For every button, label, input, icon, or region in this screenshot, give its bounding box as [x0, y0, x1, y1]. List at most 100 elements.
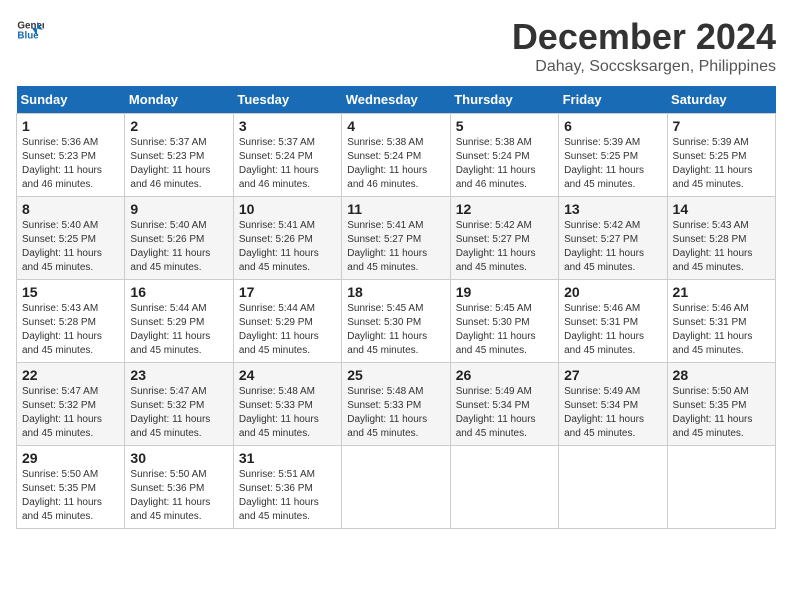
- table-row: 30 Sunrise: 5:50 AM Sunset: 5:36 PM Dayl…: [125, 446, 233, 529]
- day-number: 3: [239, 118, 336, 134]
- logo-icon: General Blue: [16, 16, 44, 44]
- day-info: Sunrise: 5:40 AM Sunset: 5:26 PM Dayligh…: [130, 219, 227, 275]
- day-number: 24: [239, 367, 336, 383]
- day-info: Sunrise: 5:42 AM Sunset: 5:27 PM Dayligh…: [456, 219, 553, 275]
- table-row: 8 Sunrise: 5:40 AM Sunset: 5:25 PM Dayli…: [17, 197, 125, 280]
- title-block: December 2024 Dahay, Soccsksargen, Phili…: [512, 16, 776, 76]
- calendar-table: Sunday Monday Tuesday Wednesday Thursday…: [16, 86, 776, 529]
- day-info: Sunrise: 5:40 AM Sunset: 5:25 PM Dayligh…: [22, 219, 119, 275]
- day-info: Sunrise: 5:43 AM Sunset: 5:28 PM Dayligh…: [673, 219, 770, 275]
- day-info: Sunrise: 5:49 AM Sunset: 5:34 PM Dayligh…: [456, 385, 553, 441]
- day-number: 14: [673, 201, 770, 217]
- day-info: Sunrise: 5:44 AM Sunset: 5:29 PM Dayligh…: [130, 302, 227, 358]
- table-row: 5 Sunrise: 5:38 AM Sunset: 5:24 PM Dayli…: [450, 114, 558, 197]
- page-header: General Blue December 2024 Dahay, Soccsk…: [16, 16, 776, 76]
- calendar-row: 8 Sunrise: 5:40 AM Sunset: 5:25 PM Dayli…: [17, 197, 776, 280]
- day-info: Sunrise: 5:48 AM Sunset: 5:33 PM Dayligh…: [239, 385, 336, 441]
- day-number: 18: [347, 284, 444, 300]
- day-info: Sunrise: 5:49 AM Sunset: 5:34 PM Dayligh…: [564, 385, 661, 441]
- table-row: [559, 446, 667, 529]
- day-number: 8: [22, 201, 119, 217]
- table-row: 26 Sunrise: 5:49 AM Sunset: 5:34 PM Dayl…: [450, 363, 558, 446]
- table-row: 6 Sunrise: 5:39 AM Sunset: 5:25 PM Dayli…: [559, 114, 667, 197]
- day-number: 28: [673, 367, 770, 383]
- table-row: 28 Sunrise: 5:50 AM Sunset: 5:35 PM Dayl…: [667, 363, 775, 446]
- day-info: Sunrise: 5:45 AM Sunset: 5:30 PM Dayligh…: [347, 302, 444, 358]
- day-info: Sunrise: 5:37 AM Sunset: 5:24 PM Dayligh…: [239, 136, 336, 192]
- day-number: 17: [239, 284, 336, 300]
- logo: General Blue: [16, 16, 44, 44]
- table-row: 7 Sunrise: 5:39 AM Sunset: 5:25 PM Dayli…: [667, 114, 775, 197]
- col-saturday: Saturday: [667, 86, 775, 114]
- table-row: 10 Sunrise: 5:41 AM Sunset: 5:26 PM Dayl…: [233, 197, 341, 280]
- day-number: 5: [456, 118, 553, 134]
- table-row: 14 Sunrise: 5:43 AM Sunset: 5:28 PM Dayl…: [667, 197, 775, 280]
- table-row: 15 Sunrise: 5:43 AM Sunset: 5:28 PM Dayl…: [17, 280, 125, 363]
- location-title: Dahay, Soccsksargen, Philippines: [512, 58, 776, 76]
- day-number: 31: [239, 450, 336, 466]
- table-row: 20 Sunrise: 5:46 AM Sunset: 5:31 PM Dayl…: [559, 280, 667, 363]
- day-info: Sunrise: 5:41 AM Sunset: 5:27 PM Dayligh…: [347, 219, 444, 275]
- calendar-row: 1 Sunrise: 5:36 AM Sunset: 5:23 PM Dayli…: [17, 114, 776, 197]
- day-number: 9: [130, 201, 227, 217]
- day-info: Sunrise: 5:41 AM Sunset: 5:26 PM Dayligh…: [239, 219, 336, 275]
- table-row: 2 Sunrise: 5:37 AM Sunset: 5:23 PM Dayli…: [125, 114, 233, 197]
- day-info: Sunrise: 5:51 AM Sunset: 5:36 PM Dayligh…: [239, 468, 336, 524]
- day-info: Sunrise: 5:42 AM Sunset: 5:27 PM Dayligh…: [564, 219, 661, 275]
- day-info: Sunrise: 5:46 AM Sunset: 5:31 PM Dayligh…: [564, 302, 661, 358]
- table-row: 27 Sunrise: 5:49 AM Sunset: 5:34 PM Dayl…: [559, 363, 667, 446]
- day-number: 21: [673, 284, 770, 300]
- table-row: [667, 446, 775, 529]
- day-number: 26: [456, 367, 553, 383]
- day-number: 10: [239, 201, 336, 217]
- day-number: 11: [347, 201, 444, 217]
- day-number: 4: [347, 118, 444, 134]
- day-info: Sunrise: 5:38 AM Sunset: 5:24 PM Dayligh…: [456, 136, 553, 192]
- day-info: Sunrise: 5:37 AM Sunset: 5:23 PM Dayligh…: [130, 136, 227, 192]
- day-number: 13: [564, 201, 661, 217]
- day-info: Sunrise: 5:39 AM Sunset: 5:25 PM Dayligh…: [564, 136, 661, 192]
- day-info: Sunrise: 5:47 AM Sunset: 5:32 PM Dayligh…: [22, 385, 119, 441]
- day-number: 27: [564, 367, 661, 383]
- table-row: 3 Sunrise: 5:37 AM Sunset: 5:24 PM Dayli…: [233, 114, 341, 197]
- day-number: 29: [22, 450, 119, 466]
- table-row: 12 Sunrise: 5:42 AM Sunset: 5:27 PM Dayl…: [450, 197, 558, 280]
- table-row: 16 Sunrise: 5:44 AM Sunset: 5:29 PM Dayl…: [125, 280, 233, 363]
- day-number: 22: [22, 367, 119, 383]
- day-info: Sunrise: 5:50 AM Sunset: 5:36 PM Dayligh…: [130, 468, 227, 524]
- day-number: 15: [22, 284, 119, 300]
- day-info: Sunrise: 5:45 AM Sunset: 5:30 PM Dayligh…: [456, 302, 553, 358]
- table-row: 1 Sunrise: 5:36 AM Sunset: 5:23 PM Dayli…: [17, 114, 125, 197]
- day-info: Sunrise: 5:47 AM Sunset: 5:32 PM Dayligh…: [130, 385, 227, 441]
- col-monday: Monday: [125, 86, 233, 114]
- table-row: 13 Sunrise: 5:42 AM Sunset: 5:27 PM Dayl…: [559, 197, 667, 280]
- day-number: 23: [130, 367, 227, 383]
- col-sunday: Sunday: [17, 86, 125, 114]
- day-number: 1: [22, 118, 119, 134]
- day-info: Sunrise: 5:50 AM Sunset: 5:35 PM Dayligh…: [22, 468, 119, 524]
- table-row: 22 Sunrise: 5:47 AM Sunset: 5:32 PM Dayl…: [17, 363, 125, 446]
- table-row: 18 Sunrise: 5:45 AM Sunset: 5:30 PM Dayl…: [342, 280, 450, 363]
- day-number: 12: [456, 201, 553, 217]
- month-title: December 2024: [512, 16, 776, 58]
- day-number: 16: [130, 284, 227, 300]
- table-row: 11 Sunrise: 5:41 AM Sunset: 5:27 PM Dayl…: [342, 197, 450, 280]
- table-row: 9 Sunrise: 5:40 AM Sunset: 5:26 PM Dayli…: [125, 197, 233, 280]
- table-row: [342, 446, 450, 529]
- day-info: Sunrise: 5:38 AM Sunset: 5:24 PM Dayligh…: [347, 136, 444, 192]
- day-info: Sunrise: 5:50 AM Sunset: 5:35 PM Dayligh…: [673, 385, 770, 441]
- table-row: 29 Sunrise: 5:50 AM Sunset: 5:35 PM Dayl…: [17, 446, 125, 529]
- day-number: 19: [456, 284, 553, 300]
- table-row: 31 Sunrise: 5:51 AM Sunset: 5:36 PM Dayl…: [233, 446, 341, 529]
- col-wednesday: Wednesday: [342, 86, 450, 114]
- table-row: 23 Sunrise: 5:47 AM Sunset: 5:32 PM Dayl…: [125, 363, 233, 446]
- table-row: 17 Sunrise: 5:44 AM Sunset: 5:29 PM Dayl…: [233, 280, 341, 363]
- table-row: 4 Sunrise: 5:38 AM Sunset: 5:24 PM Dayli…: [342, 114, 450, 197]
- col-thursday: Thursday: [450, 86, 558, 114]
- table-row: 24 Sunrise: 5:48 AM Sunset: 5:33 PM Dayl…: [233, 363, 341, 446]
- day-info: Sunrise: 5:39 AM Sunset: 5:25 PM Dayligh…: [673, 136, 770, 192]
- col-tuesday: Tuesday: [233, 86, 341, 114]
- day-info: Sunrise: 5:43 AM Sunset: 5:28 PM Dayligh…: [22, 302, 119, 358]
- table-row: 19 Sunrise: 5:45 AM Sunset: 5:30 PM Dayl…: [450, 280, 558, 363]
- calendar-row: 15 Sunrise: 5:43 AM Sunset: 5:28 PM Dayl…: [17, 280, 776, 363]
